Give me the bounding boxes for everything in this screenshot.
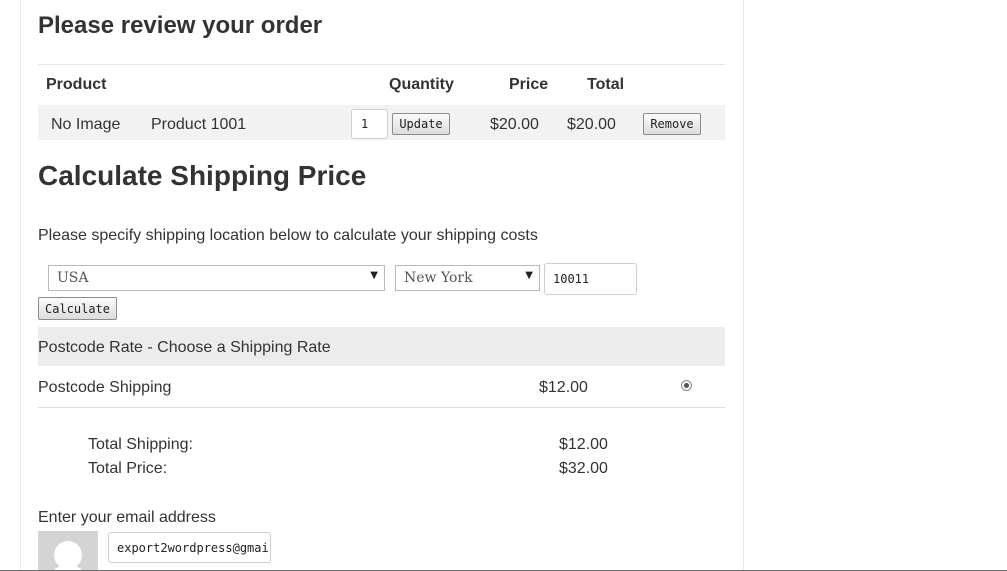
item-total: $20.00 bbox=[567, 116, 616, 133]
chevron-down-icon: ▼ bbox=[525, 270, 533, 281]
shipping-rate-radio[interactable] bbox=[681, 380, 692, 391]
product-image-placeholder: No Image bbox=[51, 116, 121, 133]
shipping-rate-name: Postcode Shipping bbox=[38, 379, 172, 396]
header-divider bbox=[38, 64, 725, 65]
shipping-instructions: Please specify shipping location below t… bbox=[38, 227, 538, 244]
product-name-link[interactable]: Product 1001 bbox=[151, 116, 246, 134]
country-select-value: USA bbox=[57, 270, 89, 286]
item-price: $20.00 bbox=[490, 116, 539, 133]
total-shipping-label: Total Shipping: bbox=[88, 436, 193, 453]
update-button[interactable]: Update bbox=[392, 113, 450, 135]
rate-divider bbox=[38, 407, 725, 408]
quantity-input[interactable]: 1 bbox=[351, 109, 388, 139]
remove-button[interactable]: Remove bbox=[643, 113, 701, 135]
calculate-button[interactable]: Calculate bbox=[38, 297, 117, 320]
state-select[interactable]: New York ▼ bbox=[395, 265, 540, 291]
shipping-rate-header: Postcode Rate - Choose a Shipping Rate bbox=[38, 339, 331, 356]
radio-selected-dot bbox=[684, 383, 689, 388]
state-select-value: New York bbox=[404, 270, 473, 286]
col-header-quantity: Quantity bbox=[389, 76, 454, 93]
order-review-title: Please review your order bbox=[38, 12, 323, 39]
col-header-product: Product bbox=[46, 76, 107, 93]
email-label: Enter your email address bbox=[38, 509, 216, 526]
total-shipping-value: $12.00 bbox=[559, 436, 608, 453]
shipping-rate-price: $12.00 bbox=[539, 379, 588, 396]
shipping-title: Calculate Shipping Price bbox=[38, 160, 367, 191]
postcode-input[interactable]: 10011 bbox=[544, 263, 637, 295]
total-price-label: Total Price: bbox=[88, 460, 168, 477]
country-select[interactable]: USA ▼ bbox=[48, 265, 385, 291]
col-header-total: Total bbox=[587, 76, 625, 93]
email-input[interactable]: export2wordpress@gmai bbox=[108, 532, 271, 563]
col-header-price: Price bbox=[509, 76, 549, 93]
total-price-value: $32.00 bbox=[559, 460, 608, 477]
chevron-down-icon: ▼ bbox=[370, 270, 378, 281]
avatar-placeholder-icon bbox=[38, 531, 98, 571]
